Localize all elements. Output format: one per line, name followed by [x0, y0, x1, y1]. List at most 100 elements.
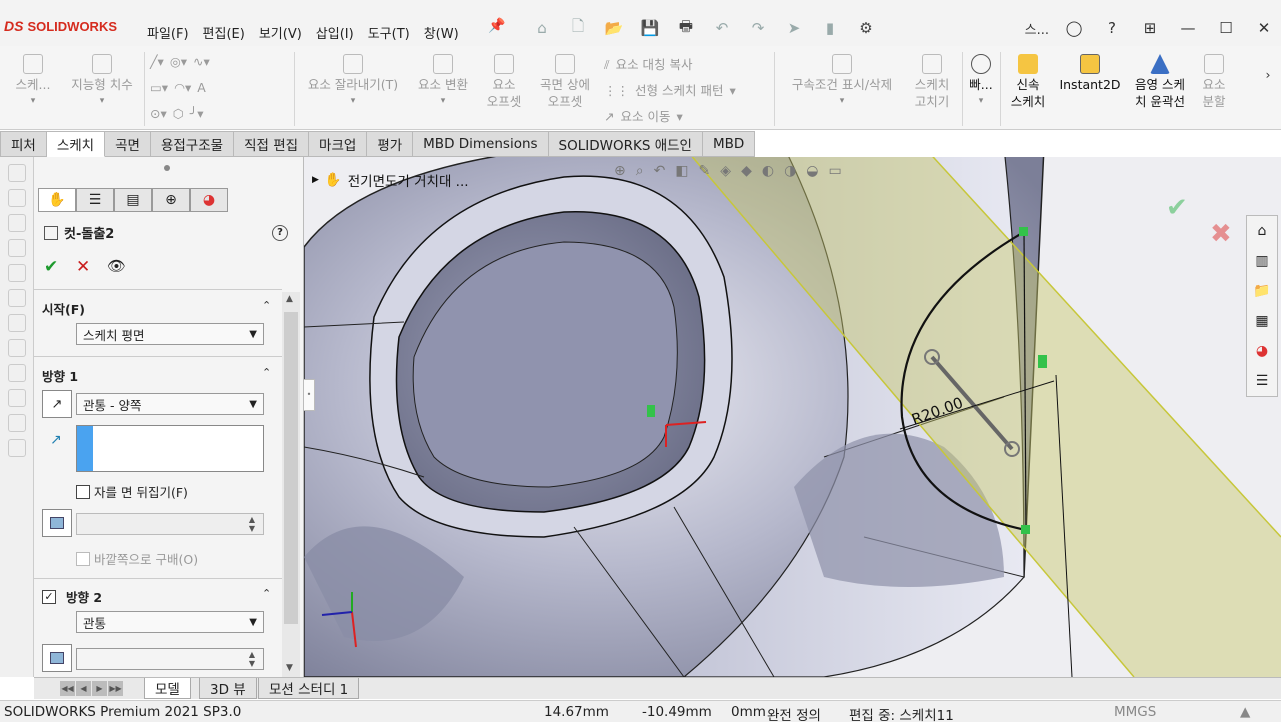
scroll-thumb[interactable] — [284, 312, 298, 624]
options-gear-icon[interactable]: ⚙ — [852, 16, 880, 40]
tab-evaluate[interactable]: 평가 — [367, 131, 414, 157]
configuration-manager-tab-icon[interactable]: ▤ — [114, 188, 152, 212]
view-icon[interactable] — [7, 189, 26, 207]
end-condition-select[interactable]: 관통 - 양쪽 ▼ — [76, 393, 264, 415]
polygon-icon[interactable]: ⬡ — [173, 106, 184, 121]
view-icon[interactable] — [7, 389, 26, 407]
edit-appearance-icon[interactable]: ◑ — [784, 163, 796, 179]
from-select[interactable]: 스케치 평면 ▼ — [76, 323, 264, 345]
graphics-area[interactable]: R20.00 ▶ ✋ 전기면도기 거치대 ... ⊕ ⌕ ↶ ◧ ✎ ◈ ◆ ◐… — [304, 157, 1281, 677]
draft-button[interactable] — [42, 509, 72, 537]
quick-snaps-button[interactable]: 빠... ▾ — [964, 54, 998, 110]
tab-motion-study[interactable]: 모션 스터디 1 — [258, 678, 360, 699]
offset-on-surface-button[interactable]: 곡면 상에 오프셋 — [532, 54, 598, 110]
move-entities-button[interactable]: ↗ 요소 이동 ▾ — [604, 106, 689, 125]
help-icon[interactable]: ? — [1095, 14, 1129, 42]
direction2-end-condition-select[interactable]: 관통 ▼ — [76, 611, 264, 633]
redo-icon[interactable]: ↷ — [744, 16, 772, 40]
offset-entities-button[interactable]: 요소 오프셋 — [478, 54, 530, 110]
view-icon[interactable] — [7, 364, 26, 382]
hide-show-icon[interactable]: ◐ — [762, 163, 774, 179]
confirm-corner-ok-icon[interactable]: ✔ — [1166, 193, 1188, 223]
undo-icon[interactable]: ↶ — [708, 16, 736, 40]
display-delete-relations-button[interactable]: 구속조건 표시/삭제 ▾ — [778, 54, 906, 110]
menu-insert[interactable]: 삽입(I) — [309, 20, 361, 45]
zoom-area-icon[interactable]: ⌕ — [636, 163, 644, 179]
fillet-icon[interactable]: ╯▾ — [190, 106, 204, 121]
ok-button[interactable]: ✔ — [44, 257, 58, 277]
view-icon[interactable] — [7, 289, 26, 307]
collapse-icon[interactable]: ⊞ — [1133, 14, 1167, 42]
collapse-caret-icon[interactable]: ⌃ — [262, 587, 271, 600]
home-icon[interactable]: ⌂ — [1247, 216, 1277, 246]
help-icon[interactable]: ? — [272, 225, 288, 241]
view-icon[interactable] — [7, 239, 26, 257]
panel-collapse-handle[interactable]: • — [304, 379, 315, 411]
repair-sketch-button[interactable]: 스케치 고치기 — [906, 54, 958, 110]
rectangle-icon[interactable]: ▭▾ — [150, 80, 168, 95]
linear-pattern-button[interactable]: ⋮⋮ 선형 스케치 패턴 ▾ — [604, 80, 742, 99]
property-manager-tab-icon[interactable]: ☰ — [76, 188, 114, 212]
panel-grip-icon[interactable] — [164, 165, 170, 171]
arc-icon[interactable]: ◠▾ — [174, 80, 191, 95]
view-palette-icon[interactable]: ▦ — [1247, 306, 1277, 336]
close-button[interactable]: ✕ — [1247, 14, 1281, 42]
split-entities-button[interactable]: 요소 분할 — [1196, 54, 1232, 110]
prev-tab-icon[interactable]: ◀ — [76, 681, 91, 696]
open-icon[interactable]: 📂 — [600, 16, 628, 40]
view-orientation-icon[interactable]: ◈ — [720, 163, 731, 179]
view-icon[interactable] — [7, 414, 26, 432]
more-commands-icon[interactable]: › — [1258, 66, 1278, 83]
rebuild-icon[interactable]: ▮ — [816, 16, 844, 40]
text-icon[interactable]: A — [197, 80, 206, 95]
scroll-down-icon[interactable]: ▼ — [286, 663, 293, 673]
previous-view-icon[interactable]: ↶ — [654, 163, 666, 179]
direction2-checkbox[interactable]: ✓ 방향 2 — [42, 587, 102, 606]
feature-manager-tab-icon[interactable]: ✋ — [38, 188, 76, 212]
last-tab-icon[interactable]: ▶▶ — [108, 681, 123, 696]
flip-side-checkbox[interactable]: 자를 면 뒤집기(F) — [76, 482, 188, 501]
status-arrow-icon[interactable]: ▲ — [1240, 704, 1250, 720]
convert-entities-button[interactable]: 요소 변환 ▾ — [410, 54, 476, 110]
tab-3d-views[interactable]: 3D 뷰 — [199, 678, 257, 699]
minimize-button[interactable]: — — [1171, 14, 1205, 42]
save-icon[interactable]: 💾 — [636, 16, 664, 40]
spinner-icon[interactable]: ▲ ▼ — [243, 650, 261, 668]
next-tab-icon[interactable]: ▶ — [92, 681, 107, 696]
pin-icon[interactable]: 📌 — [488, 18, 505, 34]
view-icon[interactable] — [7, 439, 26, 457]
new-icon[interactable]: 🗋 — [564, 16, 592, 40]
tab-mbd[interactable]: MBD — [702, 131, 756, 157]
tab-addins[interactable]: SOLIDWORKS 애드인 — [548, 131, 703, 157]
shaded-sketch-contours-button[interactable]: 음영 스케 치 윤곽선 — [1126, 54, 1194, 110]
tab-direct-editing[interactable]: 직접 편집 — [234, 131, 310, 157]
model-view[interactable]: R20.00 — [304, 157, 1281, 677]
app-logo[interactable]: DS SOLIDWORKS — [4, 18, 117, 34]
circle-icon[interactable]: ◎▾ — [170, 54, 187, 69]
view-icon[interactable] — [7, 264, 26, 282]
dimxpert-tab-icon[interactable]: ⊕ — [152, 188, 190, 212]
tab-markup[interactable]: 마크업 — [309, 131, 368, 157]
view-icon[interactable] — [7, 214, 26, 232]
tab-sketch[interactable]: 스케치 — [46, 131, 106, 157]
design-library-icon[interactable]: ▥ — [1247, 246, 1277, 276]
spinner-icon[interactable]: ▲ ▼ — [243, 515, 261, 533]
spline-icon[interactable]: ∿▾ — [193, 54, 210, 69]
tab-features[interactable]: 피처 — [0, 131, 47, 157]
cancel-button[interactable]: ✕ — [76, 257, 90, 277]
user-icon[interactable]: ◯ — [1057, 14, 1091, 42]
collapse-caret-icon[interactable]: ⌃ — [262, 366, 271, 379]
display-manager-tab-icon[interactable]: ◕ — [190, 188, 228, 212]
preview-eye-icon[interactable]: 👁 — [107, 257, 126, 275]
reverse-direction-button[interactable]: ↗ — [42, 390, 72, 418]
tab-model[interactable]: 모델 — [144, 678, 191, 699]
print-icon[interactable]: 🖶 — [672, 16, 700, 40]
confirm-corner-cancel-icon[interactable]: ✖ — [1210, 219, 1232, 249]
dynamic-annotation-icon[interactable]: ✎ — [699, 163, 711, 179]
scroll-up-icon[interactable]: ▲ — [286, 294, 293, 304]
tab-surfaces[interactable]: 곡면 — [105, 131, 151, 157]
draft-outward-checkbox[interactable]: 바깥쪽으로 구배(O) — [76, 549, 198, 568]
instant2d-button[interactable]: Instant2D — [1056, 54, 1124, 93]
direction1-group-label[interactable]: 방향 1 — [42, 366, 78, 385]
smart-dimension-button[interactable]: 지능형 치수 ▾ — [62, 54, 142, 110]
